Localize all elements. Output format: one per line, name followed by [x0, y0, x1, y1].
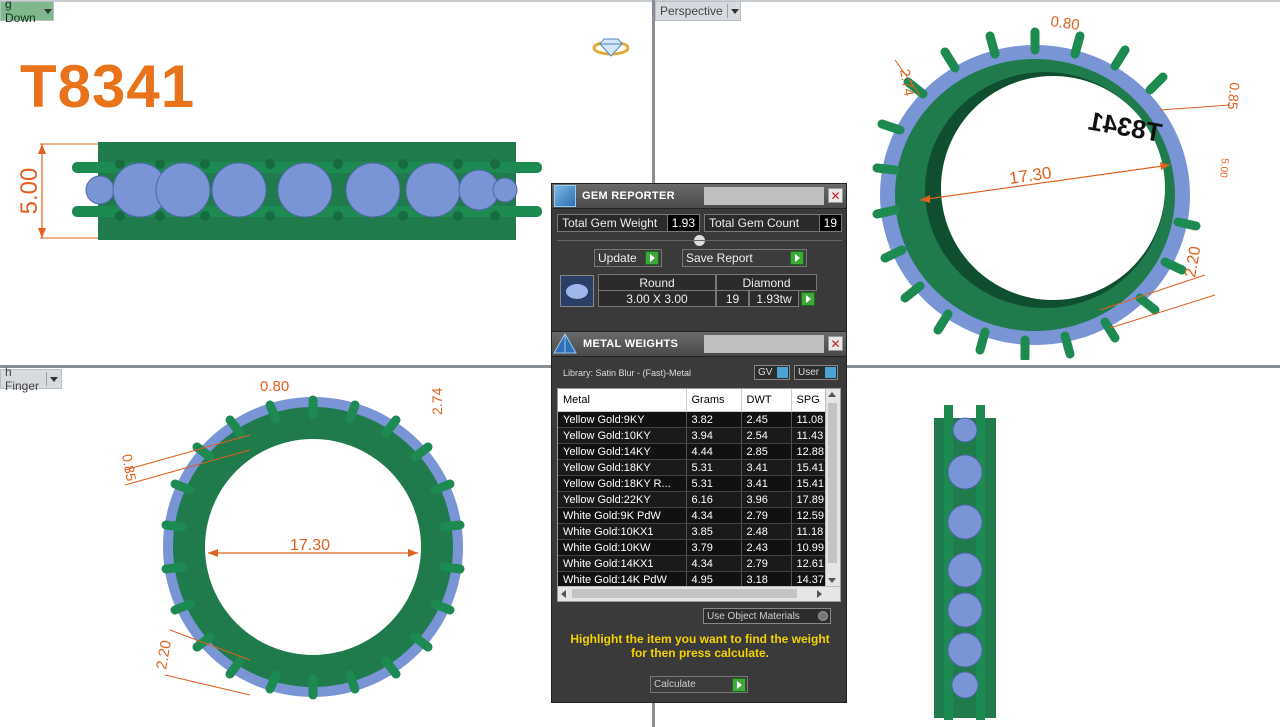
close-icon[interactable]: ✕ — [828, 336, 843, 351]
gem-shape: Round — [598, 274, 716, 291]
gem-size: 3.00 X 3.00 — [598, 290, 716, 307]
library-label: Library: Satin Blur - (Fast)-Metal — [563, 368, 692, 378]
calculate-button[interactable]: Calculate — [650, 676, 748, 693]
band-side-view: 5.00 — [16, 142, 542, 240]
viewport-label-top-left[interactable]: g Down — [0, 0, 54, 25]
table-row[interactable]: White Gold:14KX1 4.34 2.79 12.61 — [558, 555, 840, 572]
gem-thumbnail-icon — [560, 275, 594, 307]
prong-width-dimension-label: 0.80 — [1049, 13, 1080, 34]
chevron-down-icon[interactable] — [39, 4, 53, 18]
gem-reporter-icon — [554, 185, 576, 207]
chevron-right-icon[interactable] — [817, 590, 822, 598]
horizontal-scrollbar[interactable] — [558, 586, 840, 601]
ring-logo-icon — [592, 38, 630, 57]
chevron-down-icon[interactable] — [828, 578, 836, 583]
column-header-metal[interactable]: Metal — [558, 389, 687, 412]
metal-weights-header[interactable]: METAL WEIGHTS ✕ — [552, 332, 846, 357]
gem-reporter-panel: GEM REPORTER ✕ Total Gem Weight 1.93 Tot… — [551, 183, 847, 333]
play-icon — [645, 251, 659, 265]
total-gem-count-field: Total Gem Count 19 — [704, 214, 842, 232]
chevron-down-icon[interactable] — [726, 4, 740, 18]
table-header-row: Metal Grams DWT SPG — [558, 389, 840, 412]
gem-details-button[interactable] — [801, 292, 815, 306]
pyramid-icon — [553, 333, 577, 354]
chevron-down-icon[interactable] — [45, 372, 59, 386]
front-prong-depth-label: 0.85 — [119, 453, 140, 483]
table-row[interactable]: White Gold:10KW 3.79 2.43 10.99 — [558, 539, 840, 556]
table-row[interactable]: White Gold:9K PdW 4.34 2.79 12.59 — [558, 507, 840, 524]
table-row[interactable]: Yellow Gold:14KY 4.44 2.85 12.88 — [558, 443, 840, 460]
small-height-dimension-label: 5.00 — [1217, 158, 1230, 179]
gem-count: 19 — [716, 290, 749, 307]
table-row[interactable]: Yellow Gold:22KY 6.16 3.96 17.89 — [558, 491, 840, 508]
design-code-title: T8341 — [20, 53, 196, 120]
gem-weight: 1.93tw — [749, 290, 799, 307]
user-toggle[interactable]: User — [794, 365, 838, 380]
prong-depth-dimension-label: 0.85 — [1225, 82, 1243, 111]
calculate-hint-text: Highlight the item you want to find the … — [570, 632, 830, 660]
gem-row[interactable]: Round Diamond 3.00 X 3.00 19 1.93tw — [560, 274, 818, 308]
ring-front-view: 17.30 0.80 2.74 0.85 2.20 — [119, 378, 465, 700]
total-gem-count-value: 19 — [818, 215, 841, 231]
viewport-label-bottom-left[interactable]: h Finger — [0, 365, 62, 393]
chevron-up-icon[interactable] — [828, 392, 836, 397]
table-row[interactable]: White Gold:10KX1 3.85 2.48 11.18 — [558, 523, 840, 540]
front-prong-width-label: 0.80 — [260, 378, 289, 395]
table-row[interactable]: Yellow Gold:18KY 5.31 3.41 15.41 — [558, 459, 840, 476]
play-icon — [732, 678, 746, 692]
table-row[interactable]: Yellow Gold:18KY R... 5.31 3.41 15.41 — [558, 475, 840, 492]
gem-reporter-header[interactable]: GEM REPORTER ✕ — [552, 184, 846, 209]
total-gem-weight-field: Total Gem Weight 1.93 — [557, 214, 700, 232]
play-icon — [790, 251, 804, 265]
metal-weights-table[interactable]: Metal Grams DWT SPG Yellow Gold:9KY 3.82 2… — [557, 388, 841, 602]
save-report-button[interactable]: Save Report — [682, 249, 807, 267]
ring-perspective-view: T8341 17.30 0.80 2.74 0.85 2.20 5.00 — [872, 13, 1243, 360]
gv-toggle[interactable]: GV — [754, 365, 790, 380]
scroll-thumb[interactable] — [828, 403, 837, 563]
height-dimension-label: 5.00 — [16, 168, 43, 215]
scroll-thumb[interactable] — [572, 589, 797, 598]
update-button[interactable]: Update — [594, 249, 662, 267]
total-gem-weight-value: 1.93 — [666, 215, 699, 231]
table-row[interactable]: Yellow Gold:9KY 3.82 2.45 11.08 — [558, 411, 840, 428]
band-top-view — [934, 405, 996, 720]
viewport-label-top-right[interactable]: Perspective — [655, 1, 741, 21]
front-inner-diameter-label: 17.30 — [290, 537, 330, 554]
metal-weights-panel: METAL WEIGHTS ✕ Library: Satin Blur - (F… — [551, 331, 847, 703]
gem-type: Diamond — [716, 274, 817, 291]
use-object-materials-toggle[interactable]: Use Object Materials — [703, 608, 831, 624]
band-width-dimension-label: 2.20 — [1182, 245, 1204, 279]
column-header-dwt[interactable]: DWT — [741, 389, 792, 412]
column-header-grams[interactable]: Grams — [686, 389, 742, 412]
table-row[interactable]: Yellow Gold:10KY 3.94 2.54 11.43 — [558, 427, 840, 444]
front-side-height-label: 2.74 — [429, 388, 445, 415]
side-height-dimension-label: 2.74 — [897, 68, 918, 98]
radio-icon — [818, 611, 828, 621]
front-band-width-label: 2.20 — [153, 639, 175, 671]
vertical-scrollbar[interactable] — [825, 389, 840, 601]
viewport-divider-top-edge — [0, 0, 1280, 2]
close-icon[interactable]: ✕ — [828, 188, 843, 203]
chevron-left-icon[interactable] — [561, 590, 566, 598]
